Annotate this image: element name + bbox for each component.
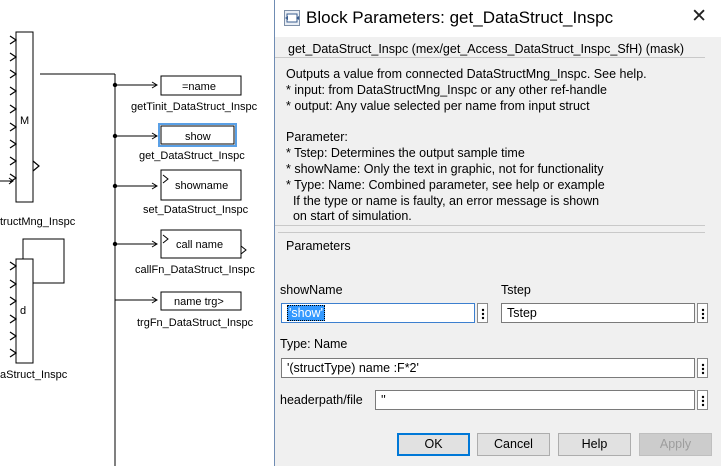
vertical-ellipsis-icon: [701, 363, 705, 375]
block-gettinit-label: getTinit_DataStruct_Inspc: [131, 101, 258, 113]
description-line: on start of simulation.: [286, 209, 412, 223]
dialog-titlebar[interactable]: Block Parameters: get_DataStruct_Inspc ✕: [275, 0, 721, 37]
vertical-ellipsis-icon: [701, 308, 705, 320]
description-line: * output: Any value selected per name fr…: [286, 99, 590, 113]
block-parameters-dialog: Block Parameters: get_DataStruct_Inspc ✕…: [274, 0, 721, 466]
showname-menu-button[interactable]: [477, 303, 488, 323]
block-callfn-text: call name: [176, 239, 223, 251]
headerpath-input[interactable]: '': [375, 390, 695, 410]
help-button[interactable]: Help: [558, 433, 631, 456]
type-name-menu-button[interactable]: [697, 358, 708, 378]
block-get-text: show: [185, 131, 211, 143]
block-set-label: set_DataStruct_Inspc: [143, 204, 249, 216]
description-line: * showName: Only the text in graphic, no…: [286, 162, 604, 176]
showname-input[interactable]: 'show': [281, 303, 475, 323]
tstep-label: Tstep: [501, 283, 531, 297]
type-name-input[interactable]: '(structType) name :F*2': [281, 358, 695, 378]
dialog-title: Block Parameters: get_DataStruct_Inspc: [306, 8, 614, 27]
ok-button[interactable]: OK: [397, 433, 470, 456]
headerpath-menu-button[interactable]: [697, 390, 708, 410]
vertical-ellipsis-icon: [481, 308, 485, 320]
mask-description-group: Outputs a value from connected DataStruc…: [275, 57, 705, 226]
mux-block-upper-letter: M: [20, 115, 29, 127]
parameters-group-title: Parameters: [286, 239, 355, 253]
description-line: * input: from DataStructMng_Inspc or any…: [286, 83, 607, 97]
description-line: Parameter:: [286, 130, 348, 144]
headerpath-label: headerpath/file: [280, 393, 363, 407]
description-line: * Type: Name: Combined parameter, see he…: [286, 178, 605, 192]
block-trgfn-label: trgFn_DataStruct_Inspc: [137, 317, 254, 329]
left-block-label-lower: aStruct_Inspc: [0, 369, 68, 381]
block-gettinit-text: =name: [182, 81, 216, 93]
mask-subtitle: get_DataStruct_Inspc (mex/get_Access_Dat…: [288, 42, 684, 56]
block-callfn-label: callFn_DataStruct_Inspc: [135, 264, 255, 276]
type-name-label: Type: Name: [280, 337, 348, 351]
tstep-menu-button[interactable]: [697, 303, 708, 323]
showname-label: showName: [280, 283, 343, 297]
block-trgfn-text: name trg>: [174, 296, 224, 308]
mux-block-lower-letter: d: [20, 305, 26, 317]
mux-lower-inputs: [9, 261, 18, 358]
apply-button: Apply: [639, 433, 712, 456]
showname-value: 'show': [287, 305, 325, 321]
vertical-ellipsis-icon: [701, 395, 705, 407]
block-set-text: showname: [175, 180, 228, 192]
description-line: Outputs a value from connected DataStruc…: [286, 67, 647, 81]
cancel-button[interactable]: Cancel: [477, 433, 550, 456]
description-line: If the type or name is faulty, an error …: [286, 194, 600, 208]
close-icon[interactable]: ✕: [691, 7, 707, 27]
left-block-label-upper: tructMng_Inspc: [0, 216, 76, 228]
block-get-label: get_DataStruct_Inspc: [139, 150, 245, 162]
simulink-block-icon: [284, 10, 300, 26]
tstep-input[interactable]: Tstep: [501, 303, 695, 323]
description-line: * Tstep: Determines the output sample ti…: [286, 146, 525, 160]
